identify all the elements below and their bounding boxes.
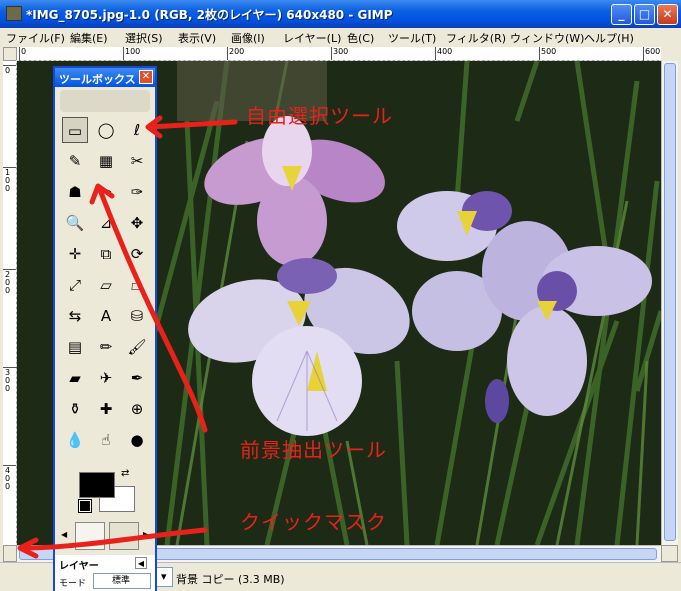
free-select-arrow: [147, 119, 238, 130]
foreground-select-arrow: [97, 187, 208, 433]
annotation-arrows: [17, 115, 238, 559]
foreground-select-annotation: 前景抽出ツール: [240, 438, 387, 462]
free-select-annotation: 自由選択ツール: [246, 104, 393, 128]
quick-mask-arrow: [19, 527, 208, 551]
quick-mask-annotation: クイックマスク: [240, 510, 387, 534]
